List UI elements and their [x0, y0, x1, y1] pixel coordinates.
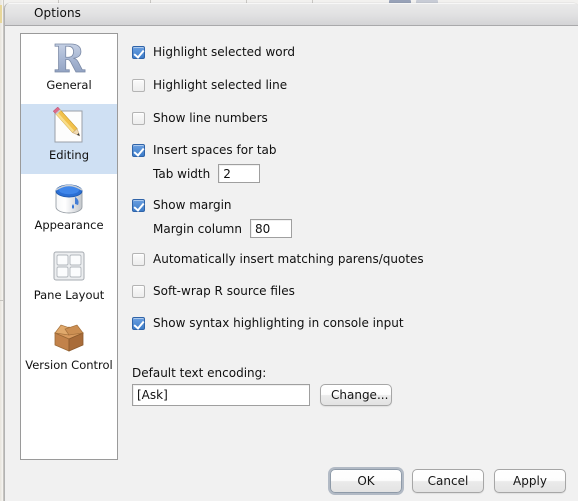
highlight-selected-word-checkbox[interactable] [132, 46, 145, 59]
encoding-row: Change... [132, 384, 392, 406]
apply-button[interactable]: Apply [494, 469, 566, 493]
dialog-titlebar[interactable]: Options [5, 3, 578, 26]
sidebar-item-pane-layout[interactable]: Pane Layout [21, 244, 117, 314]
tab-width-row[interactable]: Tab width [153, 164, 261, 183]
checkbox-row-soft-wrap-r-source-files[interactable]: Soft-wrap R source files [132, 284, 295, 298]
checkbox-label: Automatically insert matching parens/quo… [153, 252, 424, 266]
dialog-title: Options [34, 6, 82, 20]
open-box-icon [21, 314, 117, 360]
paint-can-icon [21, 174, 117, 220]
default-text-encoding-input[interactable] [132, 384, 310, 406]
options-dialog: Options R General Editing Appearance Pan… [4, 3, 578, 501]
highlight-selected-line-checkbox[interactable] [132, 79, 145, 92]
change-encoding-button[interactable]: Change... [320, 384, 392, 406]
margin-column-row[interactable]: Margin column [153, 219, 292, 238]
sidebar-item-version-control[interactable]: Version Control [21, 314, 117, 384]
background-window-accent [0, 5, 2, 23]
show-margin-checkbox[interactable] [132, 199, 145, 212]
checkbox-row-show-syntax-highlighting-console[interactable]: Show syntax highlighting in console inpu… [132, 316, 404, 330]
cancel-button[interactable]: Cancel [412, 469, 484, 493]
checkbox-label: Show margin [153, 198, 232, 212]
tab-width-input[interactable] [218, 164, 261, 183]
dialog-button-bar: OK Cancel Apply [5, 459, 578, 501]
show-line-numbers-checkbox[interactable] [132, 112, 145, 125]
checkbox-row-highlight-selected-line[interactable]: Highlight selected line [132, 78, 287, 92]
sidebar-item-label: General [46, 78, 92, 92]
margin-column-label: Margin column [153, 221, 242, 236]
show-syntax-highlighting-console-checkbox[interactable] [132, 317, 145, 330]
checkbox-label: Show line numbers [153, 111, 268, 125]
sidebar-item-label: Version Control [25, 358, 113, 372]
sidebar-item-label: Editing [48, 148, 90, 162]
sidebar-item-general[interactable]: R General [21, 34, 117, 104]
sidebar-item-label: Appearance [34, 218, 104, 232]
checkbox-label: Soft-wrap R source files [153, 284, 295, 298]
pencil-paper-icon [21, 104, 117, 150]
checkbox-row-auto-insert-matching-parens[interactable]: Automatically insert matching parens/quo… [132, 252, 424, 266]
category-list[interactable]: R General Editing Appearance Pane Layout… [20, 33, 118, 460]
grid-panes-icon [21, 244, 117, 290]
soft-wrap-r-source-files-checkbox[interactable] [132, 285, 145, 298]
editing-options-panel: Highlight selected word Highlight select… [132, 26, 572, 501]
checkbox-row-highlight-selected-word[interactable]: Highlight selected word [132, 45, 295, 59]
sidebar-item-appearance[interactable]: Appearance [21, 174, 117, 244]
svg-text:R: R [53, 37, 85, 79]
ok-button[interactable]: OK [330, 469, 402, 493]
background-window-divider [0, 300, 3, 301]
default-text-encoding-label: Default text encoding: [132, 366, 267, 380]
sidebar-item-label: Pane Layout [33, 288, 105, 302]
checkbox-label: Highlight selected line [153, 78, 288, 92]
r-logo-icon: R [21, 34, 117, 80]
checkbox-label: Highlight selected word [153, 45, 295, 59]
checkbox-label: Show syntax highlighting in console inpu… [153, 316, 404, 330]
checkbox-row-show-margin[interactable]: Show margin [132, 198, 232, 212]
tab-width-label: Tab width [153, 166, 211, 181]
checkbox-row-insert-spaces-for-tab[interactable]: Insert spaces for tab [132, 143, 277, 157]
auto-insert-matching-parens-checkbox[interactable] [132, 253, 145, 266]
sidebar-item-editing[interactable]: Editing [21, 104, 117, 174]
checkbox-label: Insert spaces for tab [153, 143, 277, 157]
checkbox-row-show-line-numbers[interactable]: Show line numbers [132, 111, 268, 125]
dialog-body: R General Editing Appearance Pane Layout… [5, 26, 578, 501]
insert-spaces-for-tab-checkbox[interactable] [132, 144, 145, 157]
margin-column-input[interactable] [249, 219, 292, 238]
titlebar-highlight [5, 3, 578, 4]
